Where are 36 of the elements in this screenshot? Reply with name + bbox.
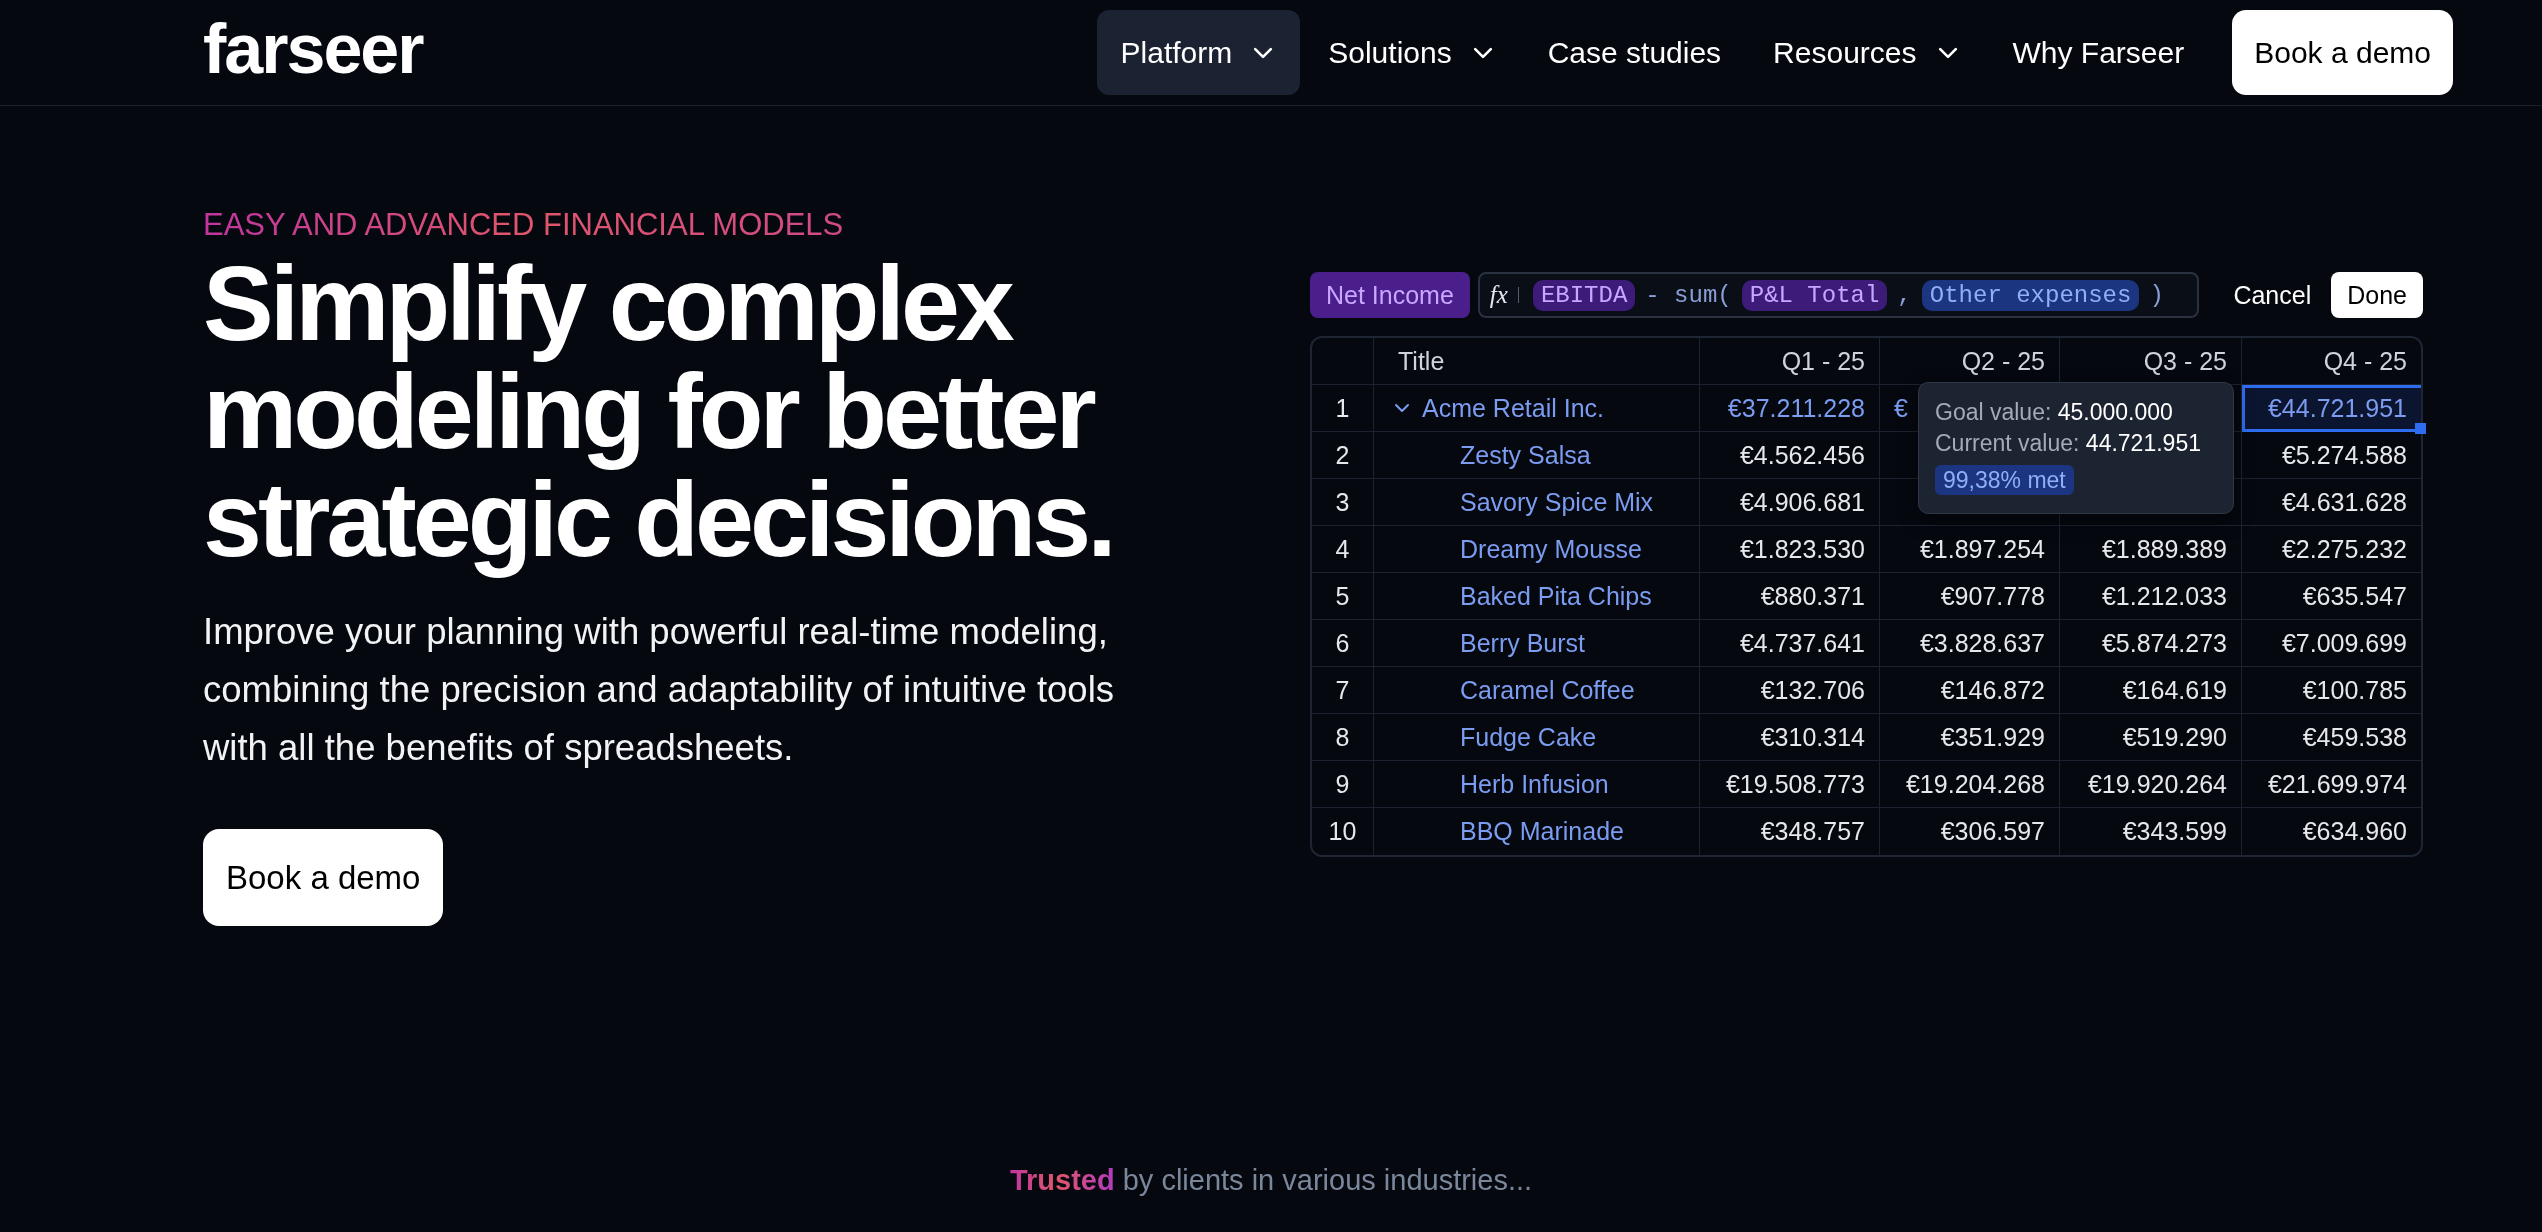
- trusted-caption: Trusted by clients in various industries...: [1009, 1164, 1533, 1197]
- row-title: Savory Spice Mix: [1460, 487, 1654, 517]
- formula-operator: - sum(: [1645, 281, 1732, 309]
- row-title: Caramel Coffee: [1460, 675, 1635, 705]
- column-header: Q1 - 25: [1700, 338, 1880, 385]
- row-number: 4: [1312, 526, 1374, 573]
- row-number: 6: [1312, 620, 1374, 667]
- row-title: Acme Retail Inc.: [1422, 393, 1604, 423]
- formula-reference: Other expenses: [1921, 279, 2140, 311]
- progress-badge: 99,38% met: [1935, 465, 2074, 495]
- row-number: 2: [1312, 432, 1374, 479]
- row-title: Baked Pita Chips: [1460, 581, 1652, 611]
- row-number: 10: [1312, 808, 1374, 855]
- row-title: Dreamy Mousse: [1460, 534, 1642, 564]
- function-label: fx: [1489, 281, 1508, 309]
- row-title: Herb Infusion: [1460, 769, 1609, 799]
- row-number: 8: [1312, 714, 1374, 761]
- row-number: 5: [1312, 573, 1374, 620]
- current-label: Current value:: [1935, 430, 2080, 456]
- row-title: Zesty Salsa: [1460, 440, 1591, 470]
- formula-reference: EBITDA: [1532, 279, 1636, 311]
- goal-label: Goal value:: [1935, 399, 2052, 425]
- hero-description: Improve your planning with powerful real-time modeling, combining the precision and adaptability of intuitive tools with all the benefits of spreadsheets.: [203, 610, 1116, 771]
- row-title: Fudge Cake: [1460, 722, 1597, 752]
- row-number: 7: [1312, 667, 1374, 714]
- row-title: BBQ Marinade: [1460, 817, 1624, 846]
- formula-operator: ,: [1897, 281, 1912, 309]
- goal-value: 45.000.000: [2057, 399, 2173, 425]
- row-number: 9: [1312, 761, 1374, 808]
- formula-operator: ): [2149, 281, 2164, 309]
- row-title: Berry Burst: [1460, 628, 1586, 658]
- row-number: 1: [1312, 385, 1374, 432]
- current-value: 44.721.951: [2085, 430, 2201, 456]
- row-number: 3: [1312, 479, 1374, 526]
- formula-reference: P&L Total: [1741, 279, 1888, 311]
- column-header: Title: [1374, 338, 1700, 385]
